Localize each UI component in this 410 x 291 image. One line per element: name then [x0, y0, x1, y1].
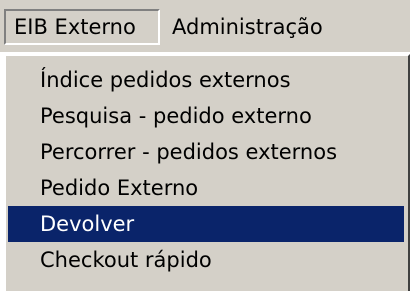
menu-item-checkout-rapido[interactable]: Checkout rápido: [8, 242, 404, 278]
menu-bar: EIB Externo Administração: [0, 0, 410, 52]
menu-item-indice-pedidos-externos[interactable]: Índice pedidos externos: [8, 62, 404, 98]
menu-item-devolver[interactable]: Devolver: [8, 206, 404, 242]
menu-item-pesquisa-pedido-externo[interactable]: Pesquisa - pedido externo: [8, 98, 404, 134]
menu-item-percorrer-pedidos-externos[interactable]: Percorrer - pedidos externos: [8, 134, 404, 170]
menu-item-pedido-externo[interactable]: Pedido Externo: [8, 170, 404, 206]
eib-externo-dropdown: Índice pedidos externos Pesquisa - pedid…: [4, 54, 410, 291]
menu-administracao[interactable]: Administração: [164, 9, 332, 45]
menu-eib-externo[interactable]: EIB Externo: [4, 9, 160, 45]
